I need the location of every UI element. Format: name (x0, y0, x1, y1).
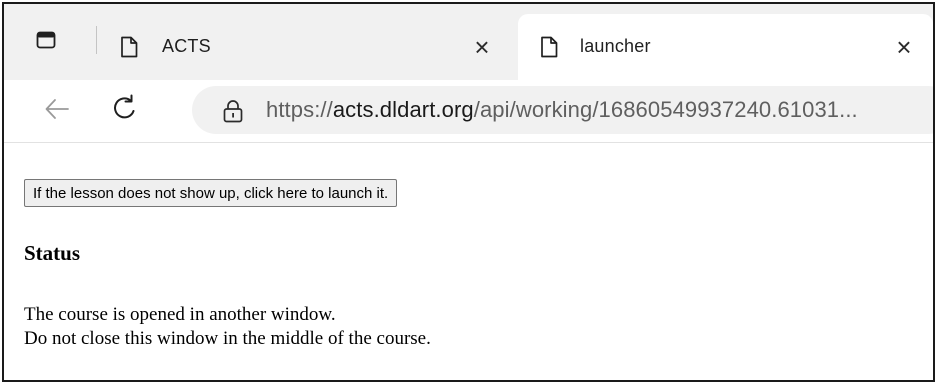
lock-icon[interactable] (222, 99, 244, 123)
tab-actions-icon[interactable] (36, 30, 56, 50)
status-message: The course is opened in another window. (24, 304, 336, 325)
page-icon (540, 36, 558, 58)
tab-title: ACTS (162, 36, 211, 56)
tab-strip: ACTS × launcher × (4, 4, 933, 80)
navigation-bar: https://acts.dldart.org/api/working/1686… (4, 80, 933, 143)
address-bar[interactable]: https://acts.dldart.org/api/working/1686… (192, 86, 933, 134)
reload-icon[interactable] (112, 94, 138, 122)
tab-acts[interactable]: ACTS × (106, 14, 511, 80)
browser-window: ACTS × launcher × https://acts.dldart.or… (2, 2, 935, 382)
url-text[interactable]: https://acts.dldart.org/api/working/1686… (266, 97, 858, 123)
status-message: Do not close this window in the middle o… (24, 328, 431, 349)
close-icon[interactable]: × (469, 34, 495, 60)
launch-lesson-button[interactable]: If the lesson does not show up, click he… (24, 179, 398, 207)
page-icon (120, 36, 138, 58)
tab-launcher[interactable]: launcher × (518, 14, 933, 80)
tab-separator (96, 26, 97, 54)
url-path: /api/working/16860549937240.61031... (473, 97, 858, 122)
url-scheme: https:// (266, 97, 333, 122)
page-content: If the lesson does not show up, click he… (4, 143, 933, 380)
status-heading: Status (24, 241, 81, 265)
tab-title: launcher (580, 36, 651, 56)
back-arrow-icon[interactable] (44, 96, 70, 122)
url-host: acts.dldart.org (332, 97, 474, 122)
close-icon[interactable]: × (891, 34, 917, 60)
